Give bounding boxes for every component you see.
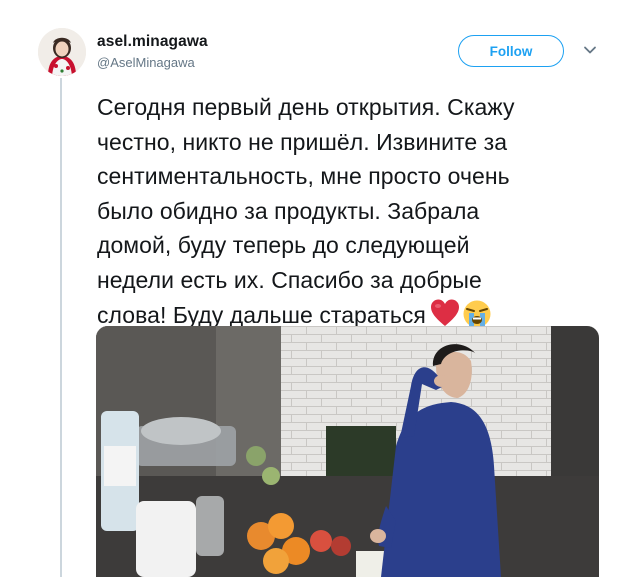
user-handle[interactable]: @AselMinagawa: [97, 55, 195, 70]
red-heart-icon: [430, 299, 459, 326]
emoji-group: [430, 299, 492, 329]
photo-image: [96, 326, 599, 577]
loudly-crying-face-icon: [463, 300, 491, 328]
tweet-text: Сегодня первый день открытия. Скажу чест…: [97, 90, 617, 332]
media-photo[interactable]: [96, 326, 599, 577]
thread-line: [60, 78, 62, 577]
chevron-down-icon[interactable]: [583, 43, 597, 57]
display-name[interactable]: asel.minagawa: [97, 33, 208, 51]
avatar-image: [38, 28, 86, 76]
avatar[interactable]: [38, 28, 86, 76]
follow-button[interactable]: Follow: [458, 35, 564, 67]
tweet-text-body: Сегодня первый день открытия. Скажу чест…: [97, 94, 515, 328]
